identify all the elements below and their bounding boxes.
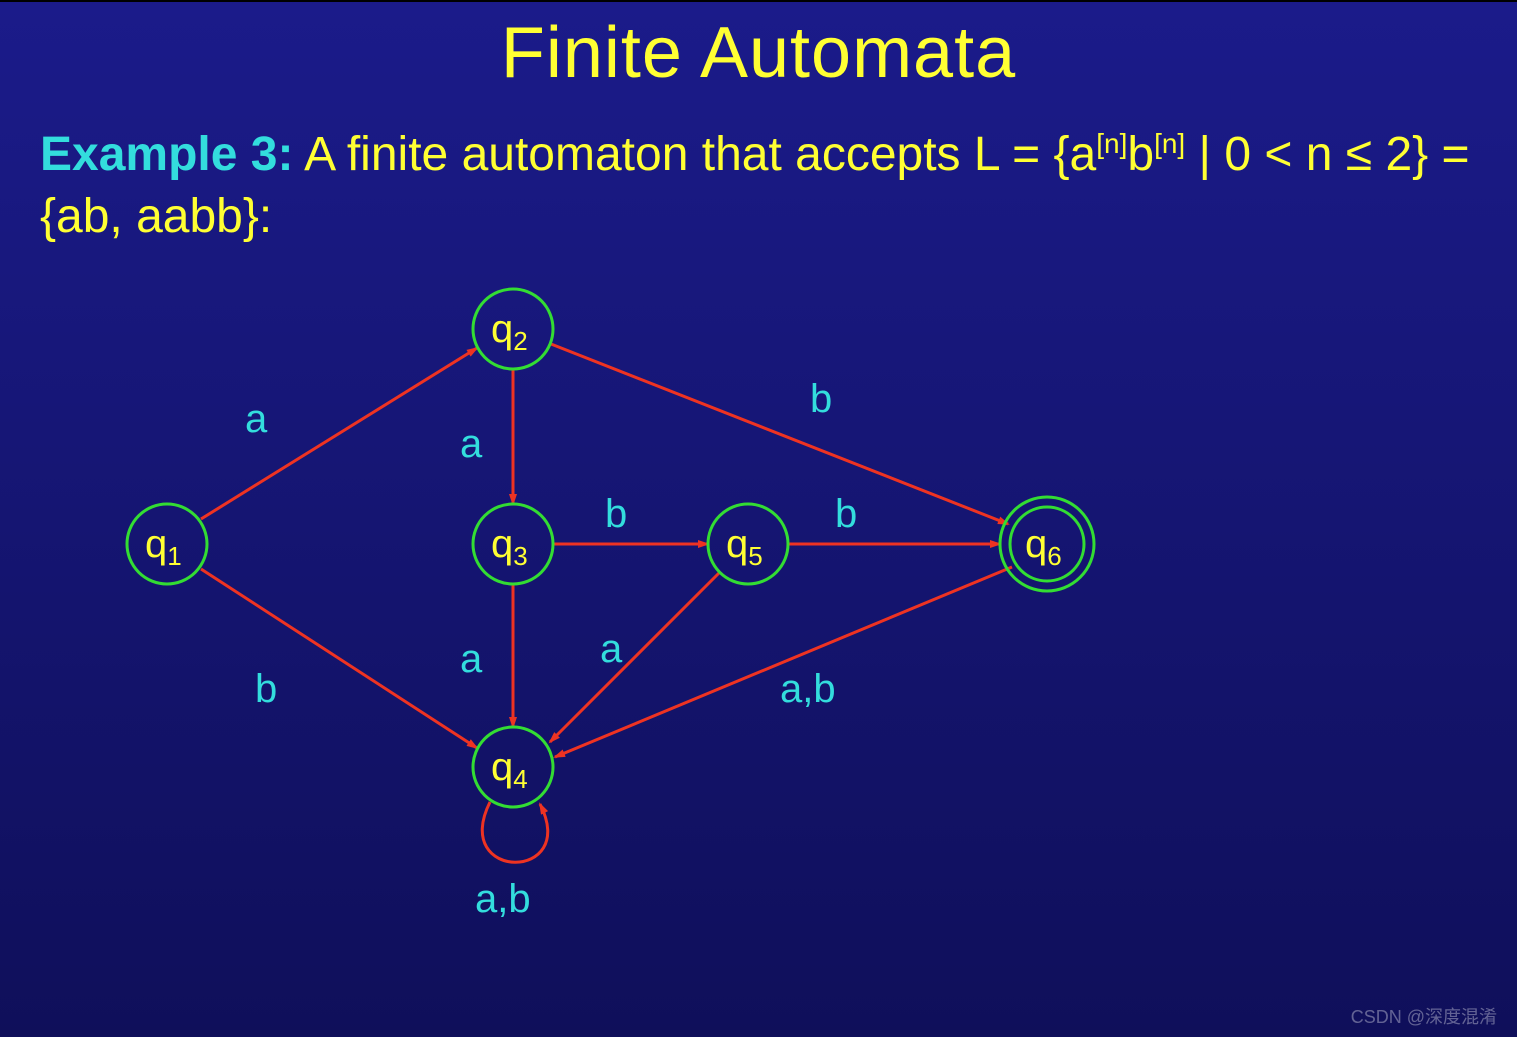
label-q2-q3: a — [460, 422, 483, 466]
state-q4: q4 — [473, 727, 553, 807]
label-q3-q5: b — [605, 492, 627, 536]
label-q5-q4: a — [600, 627, 623, 671]
label-q1-q2: a — [245, 397, 268, 441]
label-q3-q4: a — [460, 637, 483, 681]
label-q5-q6: b — [835, 492, 857, 536]
svg-text:q1: q1 — [145, 522, 182, 571]
svg-text:q2: q2 — [491, 307, 528, 356]
state-q1: q1 — [127, 504, 207, 584]
edge-q1-q2 — [201, 348, 477, 519]
watermark: CSDN @深度混淆 — [1351, 1003, 1497, 1029]
svg-text:q4: q4 — [491, 745, 528, 794]
label-q2-q6: b — [810, 377, 832, 421]
state-q2: q2 — [473, 289, 553, 369]
automaton-diagram: a b a b b a b a a,b a,b q1 q2 q3 q4 q5 — [0, 2, 1517, 1037]
edge-q6-q4 — [555, 567, 1012, 757]
state-q5: q5 — [708, 504, 788, 584]
edge-q1-q4 — [201, 569, 477, 748]
state-q6-accept: q6 — [1000, 497, 1094, 591]
state-q3: q3 — [473, 504, 553, 584]
slide: { "title": "Finite Automata", "example_l… — [0, 0, 1517, 1037]
svg-text:q3: q3 — [491, 522, 528, 571]
svg-text:q5: q5 — [726, 522, 763, 571]
svg-text:q6: q6 — [1025, 522, 1062, 571]
label-q6-q4: a,b — [780, 667, 836, 711]
edge-q4-q4-loop — [482, 802, 547, 862]
edge-q5-q4 — [550, 572, 720, 742]
label-q1-q4: b — [255, 667, 277, 711]
label-q4-q4: a,b — [475, 877, 531, 921]
